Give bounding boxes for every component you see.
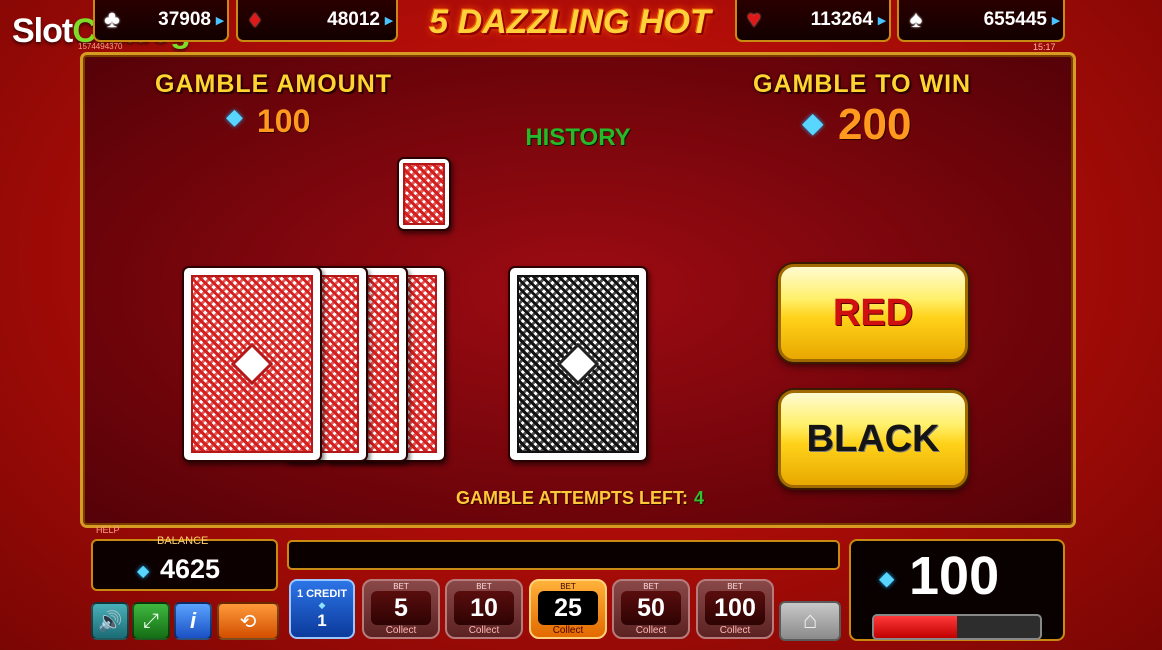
- black-button[interactable]: BLACK: [778, 390, 968, 488]
- collect-label: Collect: [468, 625, 500, 636]
- bet-button-10[interactable]: BET 10 Collect: [445, 579, 523, 639]
- gem-icon: ◆: [802, 107, 824, 138]
- autoplay-button[interactable]: ⟲: [217, 602, 279, 640]
- fullscreen-button[interactable]: ⤢: [132, 602, 170, 640]
- bet-label: BET: [643, 582, 659, 591]
- spades-icon: ♠: [909, 6, 923, 33]
- autoplay-icon: ⟲: [239, 610, 257, 633]
- gamble-amount-label: GAMBLE AMOUNT: [155, 70, 393, 98]
- game-title: 5 DAZZLING HOT: [429, 3, 711, 41]
- home-icon: ⌂: [802, 607, 818, 634]
- help-label: HELP: [96, 525, 120, 535]
- hearts-icon: ♥: [746, 6, 762, 33]
- gamble-attempts-label: GAMBLE ATTEMPTS LEFT:: [456, 488, 688, 508]
- diamonds-icon: ♦: [248, 6, 262, 33]
- credit-button[interactable]: 1 CREDIT ◆ 1: [289, 579, 355, 639]
- gamble-amount-value: 100: [257, 103, 311, 139]
- bet-value: 5: [371, 591, 431, 625]
- collect-label: Collect: [719, 625, 751, 636]
- history-card: [397, 157, 451, 231]
- message-bar: [287, 540, 840, 570]
- jackpot-diamonds-value: 48012: [327, 9, 380, 30]
- bet-value: 10: [454, 591, 514, 625]
- gem-icon: ▶: [215, 14, 225, 27]
- gem-icon: ◆: [318, 600, 326, 610]
- logo-text-part1: Slot: [12, 12, 73, 50]
- bet-label: BET: [393, 582, 409, 591]
- info-button[interactable]: i: [174, 602, 212, 640]
- gem-icon: ▶: [877, 14, 887, 27]
- gem-icon: ◆: [137, 563, 150, 580]
- gem-icon: ◆: [879, 568, 895, 590]
- bet-button-100[interactable]: BET 100 Collect: [696, 579, 774, 639]
- balance-label: BALANCE: [157, 535, 209, 547]
- jackpot-hearts: ♥ 113264 ▶: [735, 0, 891, 42]
- collect-label: Collect: [385, 625, 417, 636]
- bet-label: BET: [727, 582, 743, 591]
- gamble-to-win-value: 200: [838, 100, 912, 149]
- sound-button[interactable]: 🔊: [91, 602, 129, 640]
- balance-value: 4625: [160, 554, 221, 584]
- bet-button-5[interactable]: BET 5 Collect: [362, 579, 440, 639]
- bet-button-50[interactable]: BET 50 Collect: [612, 579, 690, 639]
- bet-button-25[interactable]: BET 25 Collect: [529, 579, 607, 639]
- jackpot-diamonds: ♦ 48012 ▶: [236, 0, 398, 42]
- bet-label: BET: [560, 582, 576, 591]
- history-label: HISTORY: [525, 124, 631, 151]
- clock: 15:17: [1033, 42, 1056, 52]
- speaker-icon: 🔊: [97, 610, 123, 633]
- gamble-meter-fill: [874, 616, 957, 638]
- bet-value: 100: [705, 591, 765, 625]
- jackpot-clubs-value: 37908: [158, 9, 211, 30]
- gem-icon: ▶: [384, 14, 394, 27]
- bet-label: BET: [476, 582, 492, 591]
- gem-icon: ▶: [1051, 14, 1061, 27]
- gamble-attempts-value: 4: [693, 488, 704, 508]
- jackpot-spades-value: 655445: [983, 9, 1047, 30]
- black-button-label: BLACK: [806, 417, 940, 460]
- info-icon: i: [189, 608, 197, 633]
- red-button[interactable]: RED: [778, 264, 968, 362]
- red-button-label: RED: [832, 291, 914, 334]
- gamble-card: [508, 266, 648, 462]
- session-id: 1574494370: [78, 42, 123, 51]
- credit-label: 1 CREDIT: [296, 588, 348, 600]
- win-value: 100: [909, 546, 1000, 606]
- jackpot-hearts-value: 113264: [810, 9, 873, 30]
- jackpot-clubs: ♣ 37908 ▶: [93, 0, 229, 42]
- bet-value: 50: [621, 591, 681, 625]
- bet-value: 25: [538, 591, 598, 625]
- home-button[interactable]: ⌂: [779, 601, 841, 641]
- credit-value: 1: [317, 611, 327, 630]
- fullscreen-icon: ⤢: [143, 609, 159, 632]
- clubs-icon: ♣: [104, 6, 120, 33]
- jackpot-spades: ♠ 655445 ▶: [897, 0, 1065, 42]
- gem-icon: ◆: [226, 104, 243, 129]
- gamble-attempts: GAMBLE ATTEMPTS LEFT: 4: [456, 488, 704, 509]
- collect-label: Collect: [635, 625, 667, 636]
- gamble-to-win-label: GAMBLE TO WIN: [753, 70, 972, 98]
- deck-top-card: [182, 266, 322, 462]
- gamble-meter: [872, 614, 1042, 640]
- collect-label: Collect: [552, 625, 584, 636]
